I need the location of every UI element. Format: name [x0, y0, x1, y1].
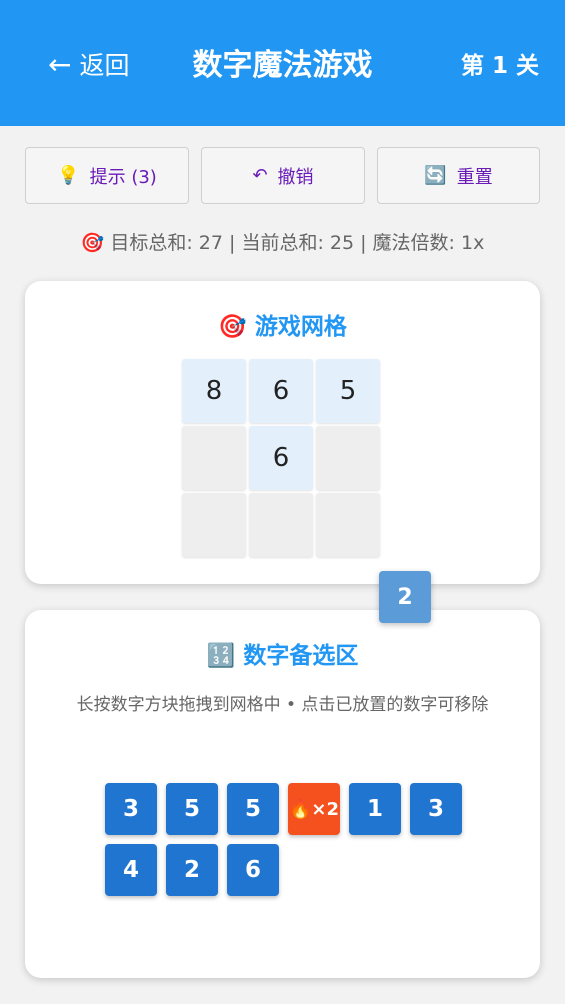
toolbar: 💡 提示 (3) ↶ 撤销 🔄 重置	[25, 147, 540, 204]
number-tile[interactable]: 3	[410, 783, 462, 835]
hint-label: 提示 (3)	[89, 166, 157, 188]
app-bar: ← 返回 数字魔法游戏 第 1 关	[0, 0, 565, 126]
numbers-icon: 🔢	[206, 643, 236, 669]
tile-label: 2	[183, 857, 200, 883]
tile-label: 6	[244, 857, 261, 883]
target-icon: 🎯	[218, 314, 247, 340]
tile-label: 5	[183, 796, 200, 822]
grid-cell[interactable]	[182, 493, 246, 557]
number-pool: 3 5 5 🔥 ×2 1 3 4 2 6	[105, 783, 465, 903]
tile-label: 3	[122, 796, 139, 822]
game-grid-card: 🎯 游戏网格 8656	[25, 281, 540, 584]
grid-cell[interactable]: 5	[316, 359, 380, 423]
number-tile[interactable]: 3	[105, 783, 157, 835]
number-tile[interactable]: 4	[105, 844, 157, 896]
number-tile[interactable]: 5	[166, 783, 218, 835]
grid-cell[interactable]	[316, 493, 380, 557]
tile-label: 5	[244, 796, 261, 822]
grid-card-title: 🎯 游戏网格	[25, 307, 540, 341]
refresh-icon: 🔄	[424, 165, 447, 186]
reset-label: 重置	[456, 166, 493, 188]
status-text: 目标总和: 27 | 当前总和: 25 | 魔法倍数: 1x	[110, 232, 485, 254]
game-grid: 8656	[182, 359, 382, 559]
number-tile[interactable]: 2	[166, 844, 218, 896]
lightbulb-icon: 💡	[57, 165, 80, 186]
grid-cell[interactable]	[182, 426, 246, 490]
tile-label: ×2	[311, 798, 340, 820]
fire-icon: 🔥	[288, 798, 312, 820]
status-line: 🎯 目标总和: 27 | 当前总和: 25 | 魔法倍数: 1x	[0, 228, 565, 255]
level-indicator: 第 1 关	[460, 53, 539, 79]
multiplier-tile[interactable]: 🔥 ×2	[288, 783, 340, 835]
number-tile[interactable]: 1	[349, 783, 401, 835]
undo-icon: ↶	[252, 165, 268, 186]
number-tile[interactable]: 5	[227, 783, 279, 835]
undo-label: 撤销	[277, 166, 314, 188]
number-pool-card: 🔢 数字备选区 长按数字方块拖拽到网格中 • 点击已放置的数字可移除 3 5 5 🔥 ×2…	[25, 610, 540, 978]
grid-cell[interactable]	[249, 493, 313, 557]
tile-label: 4	[122, 857, 139, 883]
hint-button[interactable]: 💡 提示 (3)	[25, 147, 189, 204]
reset-button[interactable]: 🔄 重置	[377, 147, 540, 204]
grid-title-text: 游戏网格	[254, 314, 347, 340]
tile-label: 1	[366, 796, 383, 822]
grid-cell[interactable]	[316, 426, 380, 490]
tile-label: 3	[427, 796, 444, 822]
pool-card-title: 🔢 数字备选区	[25, 636, 540, 670]
grid-cell[interactable]: 6	[249, 359, 313, 423]
pool-hint: 长按数字方块拖拽到网格中 • 点击已放置的数字可移除	[76, 695, 489, 715]
number-tile[interactable]: 6	[227, 844, 279, 896]
undo-button[interactable]: ↶ 撤销	[201, 147, 365, 204]
grid-cell[interactable]: 6	[249, 426, 313, 490]
dragging-number-tile[interactable]: 2	[379, 571, 431, 623]
target-icon: 🎯	[80, 232, 105, 254]
grid-cell[interactable]: 8	[182, 359, 246, 423]
pool-title-text: 数字备选区	[243, 643, 359, 669]
